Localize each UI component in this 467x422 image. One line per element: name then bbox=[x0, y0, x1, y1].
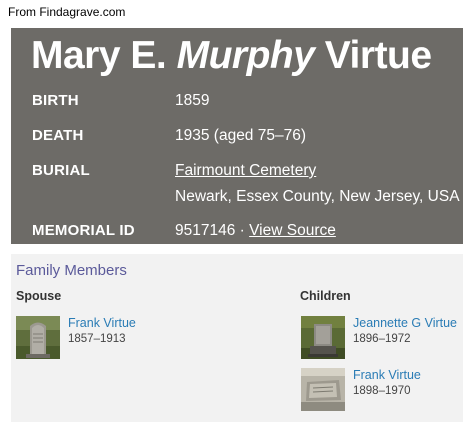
family-members-heading: Family Members bbox=[16, 262, 127, 279]
burial-cemetery-link[interactable]: Fairmount Cemetery bbox=[175, 162, 316, 179]
burial-label: BURIAL bbox=[32, 162, 90, 179]
child-dates: 1898–1970 bbox=[353, 385, 411, 397]
memorial-name: Mary E. Murphy Virtue bbox=[31, 34, 432, 78]
spouse-heading: Spouse bbox=[16, 289, 62, 303]
children-heading: Children bbox=[300, 289, 351, 303]
source-note: From Findagrave.com bbox=[8, 5, 126, 19]
gravestone-photo-icon[interactable] bbox=[301, 316, 345, 359]
child-dates: 1896–1972 bbox=[353, 333, 411, 345]
memorial-id-number: 9517146 · bbox=[175, 222, 250, 239]
burial-location: Newark, Essex County, New Jersey, USA bbox=[175, 188, 460, 205]
memorial-id-value: 9517146 · View Source bbox=[175, 222, 336, 240]
child-name-link[interactable]: Jeannette G Virtue bbox=[353, 316, 457, 330]
spouse-dates: 1857–1913 bbox=[68, 333, 126, 345]
memorial-id-label: MEMORIAL ID bbox=[32, 222, 135, 239]
memorial-card: Mary E. Murphy Virtue BIRTH 1859 DEATH 1… bbox=[11, 28, 463, 244]
child-member[interactable]: Jeannette G Virtue 1896–1972 bbox=[301, 316, 467, 360]
birth-value: 1859 bbox=[175, 92, 210, 109]
name-first: Mary E. bbox=[31, 34, 167, 77]
death-value: 1935 (aged 75–76) bbox=[175, 127, 307, 144]
family-members-panel: Family Members Spouse Children Frank Vir… bbox=[11, 254, 463, 422]
spouse-member[interactable]: Frank Virtue 1857–1913 bbox=[16, 316, 186, 360]
child-name-link[interactable]: Frank Virtue bbox=[353, 368, 421, 382]
burial-value: Fairmount Cemetery bbox=[175, 162, 316, 180]
spouse-name-link[interactable]: Frank Virtue bbox=[68, 316, 136, 330]
name-middle: Murphy bbox=[176, 34, 315, 77]
death-label: DEATH bbox=[32, 127, 84, 144]
gravestone-photo-icon[interactable] bbox=[16, 316, 60, 359]
name-last: Virtue bbox=[324, 34, 432, 77]
child-member[interactable]: Frank Virtue 1898–1970 bbox=[301, 368, 467, 412]
flat-grave-marker-photo-icon[interactable] bbox=[301, 368, 345, 411]
view-source-link[interactable]: View Source bbox=[249, 222, 336, 239]
birth-label: BIRTH bbox=[32, 92, 79, 109]
